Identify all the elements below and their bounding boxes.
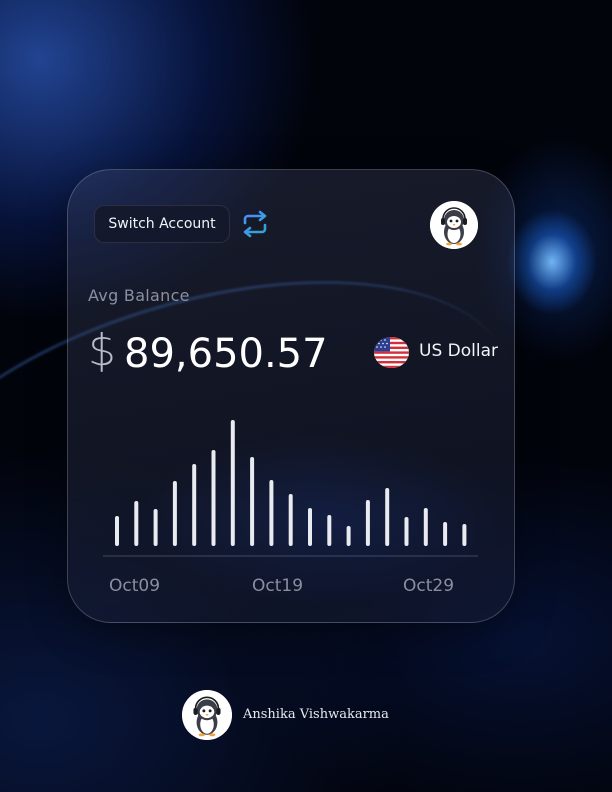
us-flag-icon — [374, 337, 409, 368]
chart-bars — [115, 420, 467, 546]
author-name: Anshika Vishwakarma — [243, 707, 389, 722]
x-tick-label-0: Oct09 — [109, 576, 160, 596]
avg-balance-label: Avg Balance — [88, 286, 190, 305]
chart-bar-0 — [115, 516, 119, 546]
penguin-avatar-icon — [430, 201, 478, 249]
chart-bar-17 — [443, 522, 448, 546]
chart-bar-9 — [288, 494, 293, 546]
currency-name[interactable]: US Dollar — [419, 341, 498, 361]
switch-account-button[interactable]: Switch Account — [94, 205, 230, 243]
chart-bar-14 — [385, 488, 390, 546]
x-tick-label-1: Oct19 — [252, 576, 303, 596]
chart-bar-18 — [462, 524, 467, 546]
profile-avatar[interactable] — [430, 201, 478, 249]
penguin-avatar-icon — [182, 690, 232, 740]
chart-bar-7 — [250, 457, 255, 546]
chart-bar-11 — [327, 515, 332, 546]
chart-bar-5 — [211, 450, 216, 546]
chart-bar-10 — [308, 508, 312, 546]
chart-bar-8 — [269, 480, 274, 546]
swap-arrows-icon[interactable] — [240, 210, 270, 238]
chart-bar-13 — [365, 500, 370, 546]
chart-bar-3 — [172, 481, 177, 546]
balance-bar-chart: Oct09 Oct19 Oct29 — [103, 420, 478, 596]
chart-bar-4 — [192, 464, 197, 546]
x-tick-label-2: Oct29 — [403, 576, 454, 596]
currency-symbol: $ — [88, 325, 116, 376]
chart-bar-16 — [423, 508, 428, 546]
chart-bar-1 — [134, 501, 139, 546]
author-avatar — [182, 690, 232, 740]
chart-bar-12 — [346, 526, 351, 546]
balance-amount: 89,650.57 — [124, 331, 328, 377]
chart-bar-2 — [153, 509, 158, 546]
chart-bar-6 — [230, 420, 235, 546]
chart-bar-15 — [404, 517, 409, 546]
